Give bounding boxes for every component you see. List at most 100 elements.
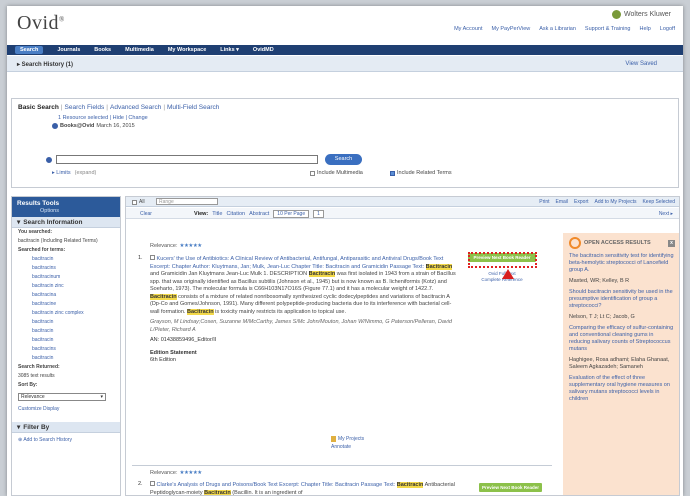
view-options: View: Title Citation Abstract 10 Per Pag… (194, 210, 324, 218)
results-toolbar: All Range Print Email Export Add to My P… (126, 197, 679, 207)
chevron-down-icon: ▾ (100, 394, 103, 400)
search-term: bacitracin zinc (32, 283, 64, 289)
my-account-link[interactable]: My Account (454, 26, 482, 32)
print-button[interactable]: Print (539, 199, 549, 205)
annotate-link[interactable]: Annotate (331, 444, 351, 450)
divider (132, 465, 552, 466)
tab-advanced-search[interactable]: Advanced Search (110, 104, 161, 111)
record-checkbox[interactable] (150, 481, 155, 486)
top-links: My Account My PayPerView Ask a Librarian… (454, 26, 675, 32)
search-radio[interactable] (46, 157, 52, 163)
tab-multimedia[interactable]: Multimedia (125, 47, 154, 53)
resource-selected[interactable]: 1 Resource selected | Hide | Change (58, 115, 148, 121)
include-related-option[interactable]: Include Related Terms (390, 170, 452, 176)
highlight-box (468, 252, 537, 268)
search-term: bacitracinum (32, 274, 61, 280)
record-title[interactable]: Kucers' the Use of Antibiotics: A Clinic… (150, 256, 443, 270)
search-term: bacitracina (32, 292, 57, 298)
ask-librarian-link[interactable]: Ask a Librarian (539, 26, 576, 32)
select-all[interactable]: All (132, 199, 145, 205)
search-mode-tabs: Basic Search | Search Fields | Advanced … (18, 104, 220, 111)
view-citation[interactable]: Citation (226, 211, 245, 217)
tab-search-fields[interactable]: Search Fields (65, 104, 105, 111)
support-training-link[interactable]: Support & Training (585, 26, 631, 32)
app-header: Ovid® Wolters Kluwer My Account My PayPe… (7, 6, 683, 38)
my-projects-link[interactable]: My Projects (331, 436, 364, 442)
preview-next-book-reader-button[interactable]: Preview Next Book Reader (479, 483, 543, 492)
relevance-rating: Relevance: ★★★★★ (150, 470, 202, 476)
logoff-link[interactable]: Logoff (660, 26, 675, 32)
export-button[interactable]: Export (574, 199, 588, 205)
record-checkbox[interactable] (150, 255, 155, 260)
search-term: bacitracin (32, 319, 54, 325)
page-number-select[interactable]: 1 (313, 210, 324, 218)
resource-name: Books@Ovid March 16, 2015 (52, 123, 135, 129)
search-term: bacitracins (32, 265, 56, 271)
filter-by-header[interactable]: ▾ Filter By (12, 422, 120, 433)
browser-page: Ovid® Wolters Kluwer My Account My PayPe… (7, 6, 683, 496)
search-term: bacitracin zinc complex (32, 310, 84, 316)
payperview-link[interactable]: My PayPerView (492, 26, 531, 32)
range-input[interactable]: Range (156, 198, 218, 205)
record-title[interactable]: Clarke's Analysis of Drugs and Poisons/B… (157, 482, 396, 488)
search-information-header[interactable]: ▾ Search Information (12, 217, 120, 228)
tab-search[interactable]: Search (15, 46, 44, 54)
tab-basic-search[interactable]: Basic Search (18, 104, 59, 111)
search-term: bacitracine (32, 301, 57, 307)
include-multimedia-option[interactable]: Include Multimedia (310, 170, 363, 176)
result-record: 2. Clarke's Analysis of Drugs and Poison… (138, 481, 455, 496)
search-history-bar: ▸ Search History (1) View Saved (7, 56, 683, 72)
search-term: bacitracins (32, 346, 56, 352)
open-access-panel: OPEN ACCESS RESULTS x The bacitracin sen… (563, 233, 679, 495)
per-page-select[interactable]: 10 Per Page (273, 210, 310, 218)
folder-icon (331, 436, 336, 442)
search-input[interactable] (56, 155, 318, 164)
include-related-checkbox[interactable] (390, 170, 395, 176)
help-link[interactable]: Help (639, 26, 650, 32)
include-multimedia-checkbox[interactable] (310, 170, 315, 176)
clear-link[interactable]: Clear (140, 211, 152, 217)
ovid-logo[interactable]: Ovid® (17, 12, 65, 35)
add-to-search-history-link[interactable]: ⊕ Add to Search History (12, 436, 120, 445)
search-button[interactable]: Search (325, 154, 362, 165)
chevron-down-icon: ▾ (17, 219, 21, 226)
open-access-item[interactable]: Should bacitracin sensitivity be used in… (569, 289, 675, 310)
add-to-my-projects-button[interactable]: Add to My Projects (595, 199, 637, 205)
close-icon[interactable]: x (668, 239, 675, 247)
sort-by-select[interactable]: Relevance ▾ (18, 393, 106, 401)
tab-journals[interactable]: Journals (57, 47, 80, 53)
chevron-down-icon: ▾ (17, 424, 21, 431)
open-access-icon (569, 237, 581, 249)
keep-selected-button[interactable]: Keep Selected (642, 199, 675, 205)
accession-number: AN: 01438859496_Editor/II (150, 337, 217, 343)
email-button[interactable]: Email (556, 199, 569, 205)
search-term: bacitracin (32, 328, 54, 334)
open-access-item[interactable]: The bacitracin sensitivity test for iden… (569, 253, 675, 274)
search-term: bacitracin (32, 337, 54, 343)
tab-multi-field-search[interactable]: Multi-Field Search (167, 104, 219, 111)
tab-links[interactable]: Links ▾ (220, 47, 239, 53)
view-title[interactable]: Title (212, 211, 222, 217)
options-link[interactable]: Options (40, 208, 59, 214)
results-panel: All Range Print Email Export Add to My P… (125, 196, 680, 496)
tab-ovidmd[interactable]: OvidMD (253, 47, 274, 53)
view-saved-link[interactable]: View Saved (625, 61, 657, 67)
customize-display-link[interactable]: Customize Display (12, 405, 120, 414)
search-term: bacitracin (32, 256, 54, 262)
search-history-toggle[interactable]: ▸ Search History (1) (17, 61, 73, 68)
view-abstract[interactable]: Abstract (249, 211, 269, 217)
record-authors: Grayson, M Lindsay;Cosen, Suzanne M/McCa… (150, 319, 452, 333)
tab-books[interactable]: Books (94, 47, 111, 53)
main-nav: Search Journals Books Multimedia My Work… (7, 45, 683, 55)
select-all-checkbox[interactable] (132, 199, 137, 205)
tab-my-workspace[interactable]: My Workspace (168, 47, 206, 53)
book-icon (52, 123, 58, 129)
open-access-item[interactable]: Evaluation of the effect of three supple… (569, 375, 675, 403)
open-access-item[interactable]: Comparing the efficacy of sulfur-contain… (569, 325, 675, 353)
view-toolbar: Clear View: Title Citation Abstract 10 P… (126, 208, 679, 219)
result-record: 1. Kucers' the Use of Antibiotics: A Cli… (138, 255, 458, 365)
search-term: bacitracin (32, 355, 54, 361)
next-page-link[interactable]: Next ▸ (659, 211, 673, 217)
results-tools-panel: Results Tools Options ▾ Search Informatio… (11, 196, 121, 496)
limits-toggle[interactable]: ▸ Limits (expand) (52, 170, 96, 176)
